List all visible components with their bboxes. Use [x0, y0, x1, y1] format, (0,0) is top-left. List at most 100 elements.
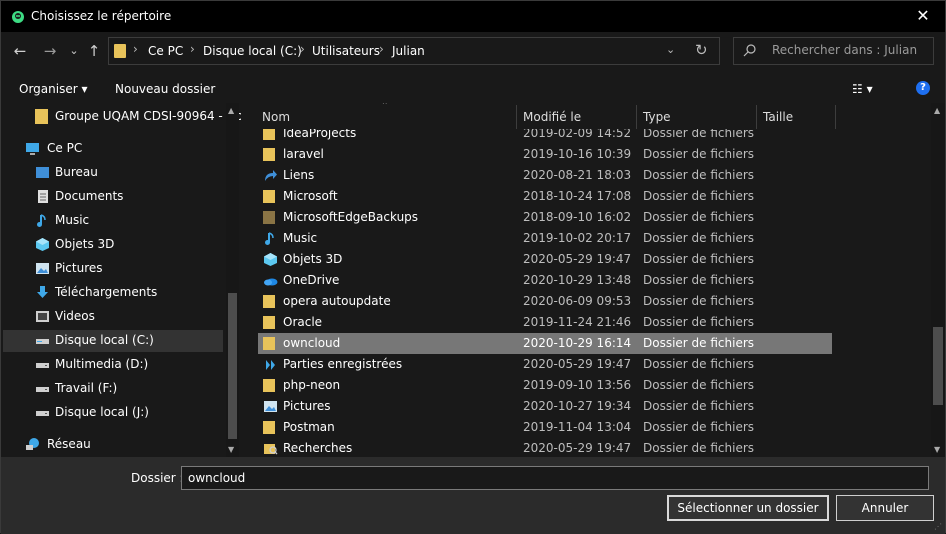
table-row[interactable]: Objets 3D 2020-05-29 19:47 Dossier de fi…	[258, 249, 832, 270]
nav-item-reseau[interactable]: Réseau	[3, 434, 223, 456]
file-type: Dossier de fichiers	[643, 357, 755, 371]
table-row-selected[interactable]: owncloud 2020-10-29 16:14 Dossier de fic…	[258, 333, 832, 354]
table-row[interactable]: Music 2019-10-02 20:17 Dossier de fichie…	[258, 228, 832, 249]
drive-icon	[36, 339, 49, 344]
table-row[interactable]: laravel 2019-10-16 10:39 Dossier de fich…	[258, 144, 832, 165]
column-header-row: ⌃ Nom Modifié le Type Taille	[244, 103, 945, 129]
forward-button[interactable]: →	[41, 42, 59, 60]
pictures-icon	[264, 401, 277, 412]
nav-item-pictures[interactable]: Pictures	[3, 258, 223, 280]
column-header-name[interactable]: Nom	[262, 110, 290, 124]
file-name: OneDrive	[283, 273, 340, 287]
table-row[interactable]: OneDrive 2020-10-29 13:48 Dossier de fic…	[258, 270, 832, 291]
recent-locations-button[interactable]: ⌄	[65, 42, 83, 60]
address-dropdown-icon[interactable]: ⌄	[666, 43, 675, 56]
table-row[interactable]: Microsoft 2018-10-24 17:08 Dossier de fi…	[258, 186, 832, 207]
table-row[interactable]: opera autoupdate 2020-06-09 09:53 Dossie…	[258, 291, 832, 312]
nav-item-objets-3d[interactable]: Objets 3D	[3, 234, 223, 256]
nav-item-multimedia-d[interactable]: Multimedia (D:)	[3, 354, 223, 376]
column-header-modified[interactable]: Modifié le	[523, 110, 581, 124]
nav-item-disque-local-j[interactable]: Disque local (J:)	[3, 402, 223, 424]
file-type: Dossier de fichiers	[643, 441, 755, 455]
back-button[interactable]: ←	[11, 42, 29, 60]
table-row[interactable]: Liens 2020-08-21 18:03 Dossier de fichie…	[258, 165, 832, 186]
file-type: Dossier de fichiers	[643, 336, 755, 350]
objects-3d-icon	[36, 238, 49, 251]
column-header-type[interactable]: Type	[643, 110, 671, 124]
search-input[interactable]	[772, 43, 922, 57]
table-row[interactable]: MicrosoftEdgeBackups 2018-09-10 16:02 Do…	[258, 207, 832, 228]
nav-item-music[interactable]: Music	[3, 210, 223, 232]
column-divider[interactable]	[636, 105, 637, 129]
file-type: Dossier de fichiers	[643, 273, 755, 287]
select-folder-button[interactable]: Sélectionner un dossier	[667, 495, 829, 521]
sort-ascending-icon: ⌃	[381, 103, 389, 111]
command-bar: Organiser ▾ Nouveau dossier ☷ ▾ ?	[1, 75, 945, 103]
organize-menu-button[interactable]: Organiser ▾	[19, 82, 87, 96]
file-name: Pictures	[283, 399, 331, 413]
breadcrumb-utilisateurs[interactable]: Utilisateurs	[312, 44, 380, 58]
file-name: Parties enregistrées	[283, 357, 403, 371]
documents-icon	[38, 190, 48, 203]
table-row[interactable]: Postman 2019-11-04 13:04 Dossier de fich…	[258, 417, 832, 438]
breadcrumb-disque-local[interactable]: Disque local (C:)	[203, 44, 302, 58]
folder-icon	[263, 379, 275, 392]
scroll-up-icon[interactable]: ▲	[228, 106, 234, 115]
nav-item-videos[interactable]: Videos	[3, 306, 223, 328]
view-options-button[interactable]: ☷ ▾	[852, 82, 873, 96]
scroll-up-icon[interactable]: ▲	[934, 106, 940, 115]
cancel-button[interactable]: Annuler	[836, 495, 934, 521]
nav-item-label: Multimedia (D:)	[55, 357, 149, 371]
scrollbar-thumb[interactable]	[228, 293, 237, 439]
scroll-down-icon[interactable]: ▼	[228, 445, 234, 454]
scrollbar-thumb[interactable]	[933, 327, 943, 405]
file-type: Dossier de fichiers	[643, 420, 755, 434]
column-header-size[interactable]: Taille	[763, 110, 793, 124]
nav-item-documents[interactable]: Documents	[3, 186, 223, 208]
drive-icon	[36, 411, 49, 416]
folder-icon	[263, 337, 275, 350]
file-list-scrollbar[interactable]: ▲ ▼	[931, 103, 945, 457]
close-button[interactable]: ✕	[911, 5, 935, 27]
scroll-down-icon[interactable]: ▼	[934, 445, 940, 454]
music-icon	[265, 232, 274, 245]
column-divider[interactable]	[835, 105, 836, 129]
navigation-pane-scrollbar[interactable]: ▲ ▼	[226, 103, 239, 457]
nav-item-groupe-uqam[interactable]: Groupe UQAM CDSI-90964 - Dοc	[3, 106, 241, 128]
column-divider[interactable]	[516, 105, 517, 129]
nav-item-disque-local-c[interactable]: Disque local (C:)	[3, 330, 223, 352]
table-row[interactable]: Recherches 2020-05-29 19:47 Dossier de f…	[258, 438, 832, 457]
nav-item-ce-pc[interactable]: Ce PC	[3, 138, 223, 160]
dialog-footer: Dossier : Sélectionner un dossier Annule…	[1, 457, 945, 534]
folder-name-field[interactable]	[181, 466, 929, 490]
search-folder-icon	[264, 444, 278, 455]
file-dialog-window: Choisissez le répertoire ✕ ← → ⌄ ↑ › Ce …	[0, 0, 946, 534]
file-date: 2018-09-10 16:02	[523, 210, 632, 224]
file-type: Dossier de fichiers	[643, 399, 755, 413]
column-divider[interactable]	[756, 105, 757, 129]
nav-item-travail-f[interactable]: Travail (F:)	[3, 378, 223, 400]
table-row[interactable]: Parties enregistrées 2020-05-29 19:47 Do…	[258, 354, 832, 375]
breadcrumb-julian[interactable]: Julian	[392, 44, 425, 58]
help-icon[interactable]: ?	[916, 81, 930, 95]
drive-icon	[36, 387, 49, 392]
table-row[interactable]: Pictures 2020-10-27 19:34 Dossier de fic…	[258, 396, 832, 417]
table-row[interactable]: IdeaProjects 2019-02-09 14:52 Dossier de…	[258, 129, 832, 144]
new-folder-button[interactable]: Nouveau dossier	[115, 82, 215, 96]
address-bar[interactable]: › Ce PC › Disque local (C:) › Utilisateu…	[108, 37, 720, 65]
file-type: Dossier de fichiers	[643, 147, 755, 161]
nav-item-bureau[interactable]: Bureau	[3, 162, 223, 184]
resize-grip-icon[interactable]: ⋰	[934, 522, 942, 531]
search-box[interactable]	[733, 37, 934, 65]
up-button[interactable]: ↑	[85, 42, 103, 60]
table-row[interactable]: Oracle 2019-11-24 21:46 Dossier de fichi…	[258, 312, 832, 333]
onedrive-icon	[264, 278, 278, 286]
breadcrumb-ce-pc[interactable]: Ce PC	[148, 44, 183, 58]
title-bar: Choisissez le répertoire ✕	[1, 1, 945, 32]
file-type: Dossier de fichiers	[643, 168, 755, 182]
table-row[interactable]: php-neon 2019-09-10 13:56 Dossier de fic…	[258, 375, 832, 396]
nav-item-telechargements[interactable]: Téléchargements	[3, 282, 223, 304]
file-name: opera autoupdate	[283, 294, 391, 308]
refresh-icon[interactable]: ↻	[695, 41, 708, 59]
file-name: Oracle	[283, 315, 323, 329]
